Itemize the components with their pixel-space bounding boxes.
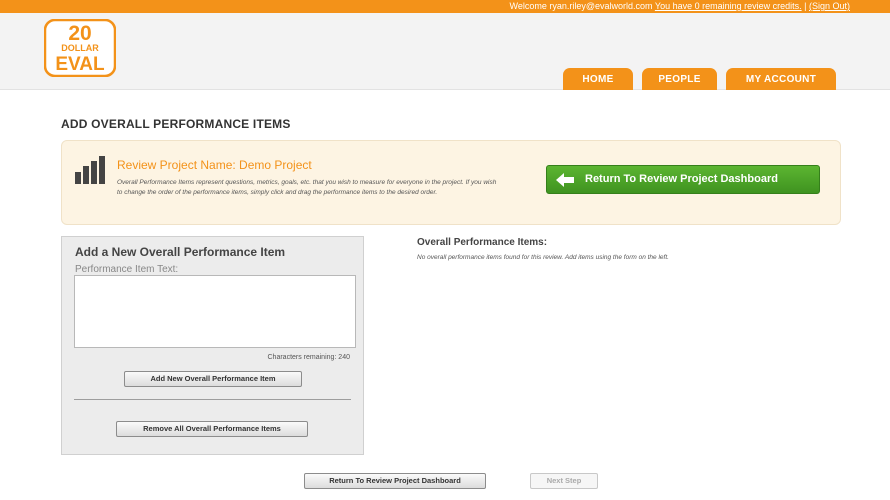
divider: [74, 399, 351, 400]
form-title: Add a New Overall Performance Item: [75, 245, 286, 259]
logo-line3: EVAL: [55, 54, 105, 75]
separator: |: [801, 1, 809, 11]
logo[interactable]: 20 DOLLAR EVAL: [44, 19, 116, 77]
top-bar: Welcome ryan.riley@evalworld.com You hav…: [0, 0, 890, 13]
return-dashboard-label: Return To Review Project Dashboard: [585, 173, 778, 185]
items-empty-message: No overall performance items found for t…: [417, 254, 669, 261]
project-name: Review Project Name: Demo Project: [117, 158, 312, 172]
nav-home[interactable]: HOME: [563, 68, 633, 90]
footer-return-dashboard-button[interactable]: Return To Review Project Dashboard: [304, 473, 486, 489]
page-title: ADD OVERALL PERFORMANCE ITEMS: [61, 117, 291, 131]
welcome-text: Welcome ryan.riley@evalworld.com: [509, 1, 653, 11]
add-item-form: Add a New Overall Performance Item Perfo…: [61, 236, 364, 455]
arrow-left-icon: [556, 173, 574, 187]
logo-line2: DOLLAR: [61, 43, 99, 53]
header: 20 DOLLAR EVAL HOME PEOPLE MY ACCOUNT: [0, 13, 890, 90]
performance-item-textarea[interactable]: [74, 275, 356, 348]
sign-out-link[interactable]: (Sign Out): [809, 1, 850, 11]
remove-all-items-button[interactable]: Remove All Overall Performance Items: [116, 421, 308, 437]
performance-item-label: Performance Item Text:: [75, 264, 179, 275]
bar-chart-icon: [75, 156, 105, 184]
credits-link[interactable]: You have 0 remaining review credits.: [655, 1, 802, 11]
next-step-button[interactable]: Next Step: [530, 473, 598, 489]
nav-my-account[interactable]: MY ACCOUNT: [726, 68, 836, 90]
nav-people[interactable]: PEOPLE: [642, 68, 717, 90]
items-title: Overall Performance Items:: [417, 237, 548, 248]
return-dashboard-button[interactable]: Return To Review Project Dashboard: [546, 165, 820, 194]
characters-remaining: Characters remaining: 240: [267, 354, 351, 361]
project-description: Overall Performance Items represent ques…: [117, 179, 497, 196]
project-info-box: Review Project Name: Demo Project Overal…: [61, 140, 841, 225]
add-item-button[interactable]: Add New Overall Performance Item: [124, 371, 302, 387]
logo-line1: 20: [68, 22, 91, 45]
